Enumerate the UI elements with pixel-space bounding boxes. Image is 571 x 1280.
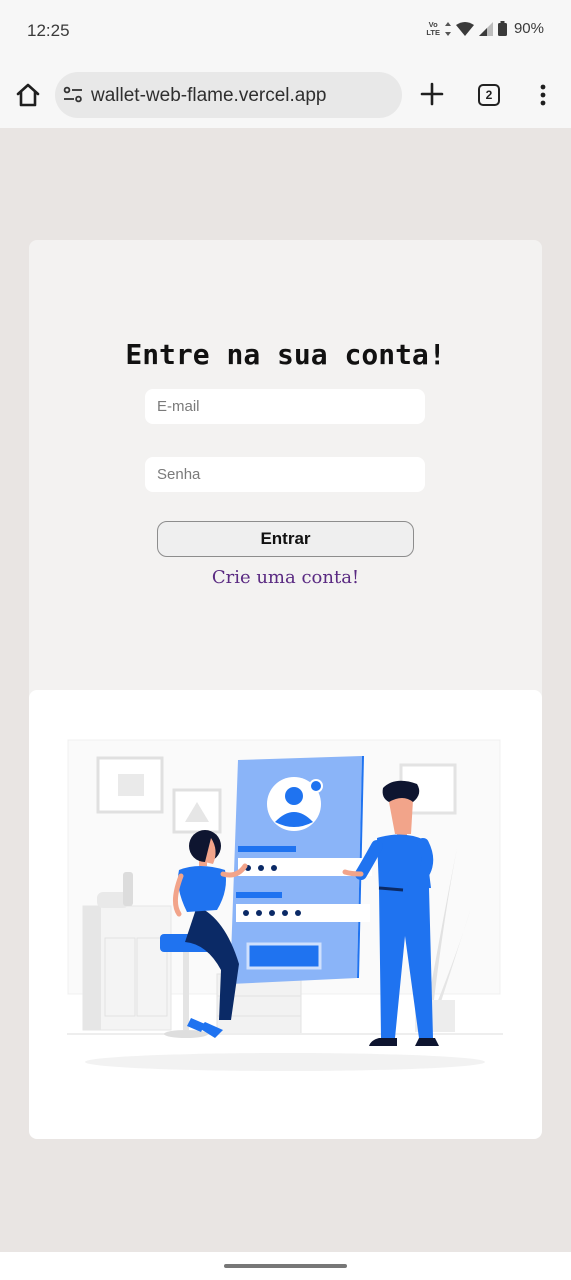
- home-icon[interactable]: [14, 81, 42, 109]
- illustration-card: [29, 690, 542, 1139]
- more-menu-icon[interactable]: [533, 83, 553, 107]
- url-text[interactable]: wallet-web-flame.vercel.app: [91, 85, 327, 107]
- password-field[interactable]: [145, 457, 425, 492]
- status-time: 12:25: [27, 21, 70, 40]
- battery-icon: [497, 21, 507, 36]
- site-settings-icon[interactable]: [63, 85, 83, 105]
- status-bar: 12:25 Vo LTE 90%: [0, 0, 571, 62]
- address-bar[interactable]: wallet-web-flame.vercel.app: [55, 72, 402, 118]
- gesture-nav-area: [0, 1252, 571, 1280]
- wifi-icon: [455, 21, 474, 36]
- volte-icon: Vo LTE: [426, 20, 440, 37]
- create-account-link[interactable]: Crie uma conta!: [29, 567, 542, 588]
- tabs-icon[interactable]: 2: [478, 84, 500, 106]
- volte-bottom-label: LTE: [426, 27, 440, 37]
- data-arrows-icon: [444, 21, 451, 36]
- signal-icon: [478, 21, 493, 36]
- login-card: Entre na sua conta! Entrar Crie uma cont…: [29, 240, 542, 720]
- gesture-handle[interactable]: [224, 1264, 347, 1268]
- email-field[interactable]: [145, 389, 425, 424]
- wall-frame-art: [118, 774, 144, 796]
- new-tab-icon[interactable]: [420, 82, 444, 106]
- login-button[interactable]: Entrar: [157, 521, 414, 557]
- page-title: Entre na sua conta!: [125, 338, 446, 371]
- floor-shadow: [85, 1053, 485, 1071]
- status-icons: Vo LTE 90%: [426, 20, 544, 37]
- battery-percent: 90%: [513, 20, 544, 37]
- login-illustration: [67, 739, 503, 1071]
- browser-toolbar: wallet-web-flame.vercel.app 2: [0, 62, 571, 128]
- phone-panel: [230, 756, 372, 984]
